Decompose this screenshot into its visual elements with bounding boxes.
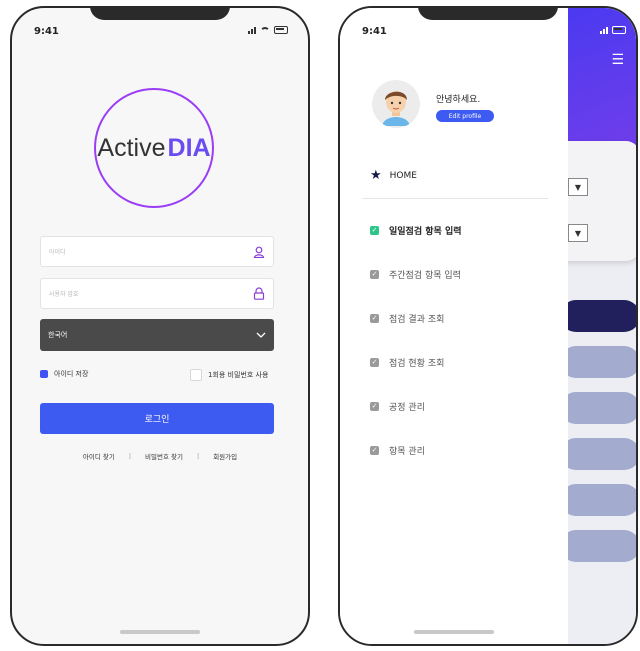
menu-divider — [362, 198, 548, 199]
link-separator: | — [128, 452, 132, 460]
wifi-icon — [260, 26, 270, 34]
menu-item-label: 일일점검 항목 입력 — [389, 227, 462, 237]
battery-icon — [274, 26, 288, 34]
status-icons — [248, 26, 288, 34]
status-time: 9:41 — [362, 26, 387, 37]
battery-icon — [612, 26, 626, 34]
otp-label: 1회용 비밀번호 사용 — [208, 371, 269, 379]
menu-item-label: 점검 결과 조회 — [389, 315, 445, 325]
signal-icon — [248, 26, 256, 34]
background-button — [560, 392, 636, 424]
dropdown-arrow-icon: ▼ — [568, 224, 588, 242]
dropdown-arrow-icon: ▼ — [568, 178, 588, 196]
status-time: 9:41 — [34, 26, 59, 37]
menu-item-label: 공정 관리 — [389, 403, 425, 413]
checkbox-checked[interactable] — [40, 370, 48, 378]
check-icon: ✓ — [370, 446, 379, 455]
menu-item-label: 주간점검 항목 입력 — [389, 271, 461, 281]
password-placeholder: 사용자 암호 — [49, 291, 79, 298]
phone-notch — [418, 8, 558, 20]
menu-item-process-management[interactable]: ✓ 공정 관리 — [370, 400, 425, 413]
language-value: 한국어 — [48, 331, 68, 339]
language-select[interactable]: 한국어 — [40, 319, 274, 351]
menu-item-label: 점검 현황 조회 — [389, 359, 445, 369]
menu-icon[interactable]: ☰ — [611, 52, 624, 68]
save-id-label: 아이디 저장 — [54, 370, 89, 378]
home-indicator — [120, 630, 200, 634]
edit-profile-button[interactable]: Edit profile — [436, 110, 494, 122]
find-id-link[interactable]: 아이디 찾기 — [83, 451, 115, 461]
logo-accent: DIA — [167, 133, 211, 162]
menu-item-item-management[interactable]: ✓ 항목 관리 — [370, 444, 425, 457]
home-indicator — [414, 630, 494, 634]
find-password-link[interactable]: 비밀번호 찾기 — [145, 451, 183, 461]
login-button[interactable]: 로그인 — [40, 403, 274, 434]
checkbox-unchecked[interactable] — [190, 369, 202, 381]
greeting-text: 안녕하세요. — [436, 95, 481, 105]
star-icon: ★ — [370, 168, 382, 183]
user-icon — [253, 246, 265, 258]
check-icon: ✓ — [370, 402, 379, 411]
logo-text: Active — [97, 133, 166, 162]
menu-item-weekly-check[interactable]: ✓ 주간점검 항목 입력 — [370, 268, 461, 281]
menu-item-check-status[interactable]: ✓ 점검 현황 조회 — [370, 356, 444, 369]
menu-item-check-results[interactable]: ✓ 점검 결과 조회 — [370, 312, 444, 325]
password-field[interactable]: 사용자 암호 — [40, 278, 274, 309]
background-button — [560, 346, 636, 378]
check-icon: ✓ — [370, 226, 379, 235]
check-icon: ✓ — [370, 270, 379, 279]
menu-item-label: 항목 관리 — [389, 447, 425, 457]
account-links: 아이디 찾기 | 비밀번호 찾기 | 회원가입 — [12, 451, 308, 461]
id-field[interactable]: 아이디 — [40, 236, 274, 267]
background-button — [560, 530, 636, 562]
status-icons — [600, 26, 626, 34]
signal-icon — [600, 26, 608, 34]
chevron-down-icon — [256, 332, 266, 338]
menu-home-label: HOME — [389, 170, 417, 181]
login-screen: 9:41 Active DIA 아이디 사용자 암호 한국어 아이디 저장 1회… — [10, 6, 310, 646]
save-id-checkbox[interactable]: 아이디 저장 — [40, 369, 88, 379]
app-logo: Active DIA — [94, 88, 214, 208]
lock-icon — [253, 287, 265, 300]
background-button — [560, 438, 636, 470]
background-button — [560, 484, 636, 516]
check-icon: ✓ — [370, 314, 379, 323]
side-drawer: 9:41 안녕하세요. Edit profile ★ HOME ✓ 일일점검 항… — [340, 8, 568, 644]
menu-home[interactable]: ★ HOME — [370, 168, 417, 183]
id-placeholder: 아이디 — [49, 249, 66, 256]
background-button — [560, 300, 636, 332]
menu-item-daily-check[interactable]: ✓ 일일점검 항목 입력 — [370, 224, 462, 237]
check-icon: ✓ — [370, 358, 379, 367]
avatar — [372, 80, 420, 128]
phone-notch — [90, 8, 230, 20]
otp-checkbox[interactable]: 1회용 비밀번호 사용 — [190, 369, 268, 381]
link-separator: | — [197, 452, 200, 460]
drawer-screen: ☰ ▼ ▼ 9:41 안녕하세요. Edit profile ★ HOME ✓ … — [338, 6, 638, 646]
avatar-illustration — [382, 91, 410, 126]
signup-link[interactable]: 회원가입 — [213, 451, 237, 461]
